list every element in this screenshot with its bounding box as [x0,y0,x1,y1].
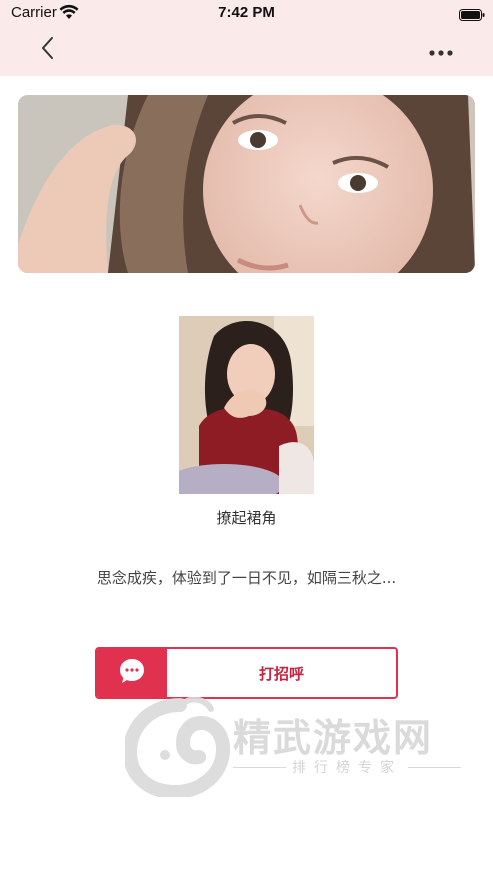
bio-text: 思念成疾，体验到了一日不见，如隔三秋之... [96,569,397,587]
chat-bubble-icon [117,656,147,690]
profile-photo[interactable] [179,316,314,494]
watermark-subtitle-row: 排行榜专家 [233,757,461,777]
top-bar: Carrier 7:42 PM [0,0,493,76]
status-bar: Carrier 7:42 PM [0,0,493,26]
greet-button-label: 打招呼 [258,664,304,683]
more-horizontal-icon [429,41,453,60]
banner-carousel[interactable] [18,95,475,273]
watermark-title: 精武游戏网 [233,716,434,760]
nickname: 撩起裙角 [216,509,277,527]
more-button[interactable] [427,38,455,62]
greet-icon-container [97,649,167,697]
watermark-subtitle: 排行榜专家 [292,760,402,776]
profile-screen: Carrier 7:42 PM 撩起裙角 思念成疾，体验到了一日不见，如隔三秋之… [0,0,493,879]
divider [233,766,286,768]
banner-photo [18,95,475,273]
watermark-logo [122,696,231,800]
chevron-left-icon [40,36,54,64]
profile-image [179,316,314,494]
divider [408,766,461,768]
battery-icon [459,6,485,21]
back-button[interactable] [33,36,61,64]
status-time: 7:42 PM [218,4,275,21]
watermark: 精武游戏网 排行榜专家 [122,696,470,800]
greet-button[interactable]: 打招呼 [95,647,398,699]
